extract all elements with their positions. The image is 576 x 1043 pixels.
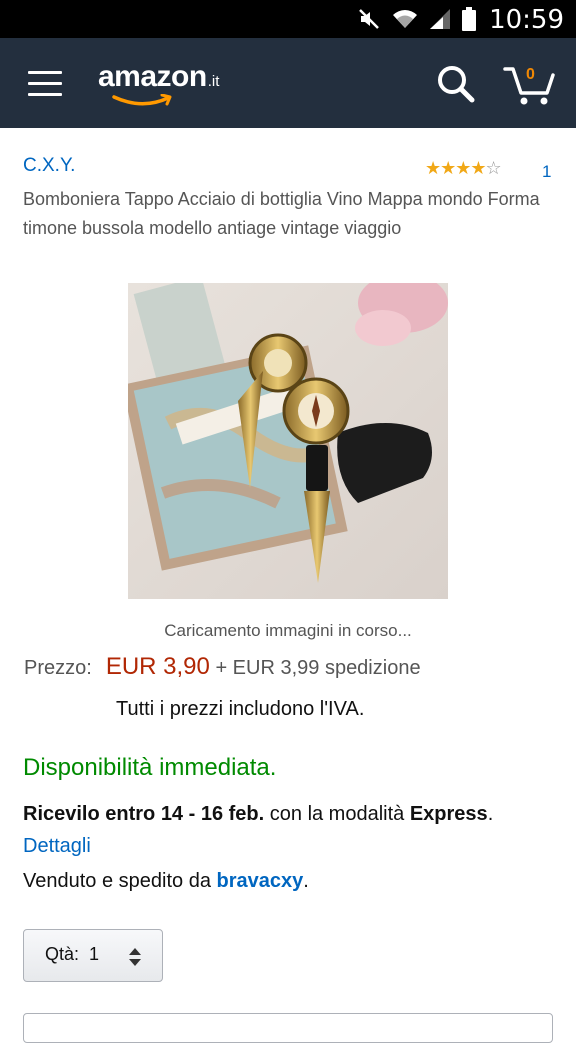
wifi-icon bbox=[393, 10, 417, 28]
availability-status: Disponibilità immediata. bbox=[23, 754, 277, 781]
image-loading-text: Caricamento immagini in corso... bbox=[164, 621, 412, 640]
mute-icon bbox=[359, 9, 379, 29]
clock: 10:59 bbox=[489, 5, 564, 35]
smile-icon bbox=[112, 94, 172, 106]
quantity-value: 1 bbox=[89, 944, 100, 964]
vat-note: Tutti i prezzi includono l'IVA. bbox=[116, 698, 365, 720]
shipping-cost: + EUR 3,99 spedizione bbox=[215, 657, 421, 679]
status-bar: 10:59 bbox=[0, 0, 576, 38]
signal-icon bbox=[430, 9, 450, 29]
seller-link[interactable]: bravacxy bbox=[217, 870, 304, 892]
quantity-label: Qtà: bbox=[45, 944, 80, 964]
product-title: Bomboniera Tappo Acciaio di bottiglia Vi… bbox=[23, 189, 540, 238]
price-row: Prezzo: EUR 3,90 + EUR 3,99 spedizione bbox=[24, 653, 421, 681]
logo-tld: .it bbox=[207, 73, 220, 90]
price-value: EUR 3,90 bbox=[105, 653, 210, 680]
review-count[interactable]: 1 bbox=[542, 162, 551, 182]
delivery-middle: con la modalità bbox=[264, 803, 410, 825]
delivery-info: Ricevilo entro 14 - 16 feb. con la modal… bbox=[23, 798, 553, 862]
search-icon[interactable] bbox=[436, 64, 476, 104]
sold-by: Venduto e spedito da bravacxy. bbox=[23, 870, 309, 893]
quantity-text: Qtà: 1 bbox=[45, 944, 99, 965]
menu-icon[interactable] bbox=[28, 71, 62, 97]
battery-icon bbox=[462, 7, 476, 31]
logo-word: amazon bbox=[98, 60, 207, 93]
delivery-date: Ricevilo entro 14 - 16 feb. bbox=[23, 803, 265, 825]
sold-prefix: Venduto e spedito da bbox=[23, 870, 217, 892]
sold-suffix: . bbox=[303, 870, 309, 892]
star-rating[interactable]: ★★★★☆ bbox=[425, 158, 502, 179]
brand-link[interactable]: C.X.Y. bbox=[23, 155, 75, 177]
details-link[interactable]: Dettagli bbox=[23, 835, 91, 857]
status-icons bbox=[358, 7, 476, 31]
top-nav: amazon.it 0 bbox=[0, 38, 576, 128]
delivery-sep: . bbox=[487, 803, 494, 825]
stars-icon: ★★★★☆ bbox=[425, 158, 502, 178]
add-to-cart-box[interactable] bbox=[23, 1013, 553, 1043]
delivery-mode: Express bbox=[409, 803, 488, 825]
cart-count: 0 bbox=[526, 66, 535, 83]
quantity-select[interactable]: Qtà: 1 bbox=[23, 929, 163, 982]
amazon-logo[interactable]: amazon.it bbox=[98, 60, 220, 106]
product-image[interactable] bbox=[128, 283, 448, 599]
select-arrows-icon bbox=[129, 948, 141, 966]
price-label: Prezzo: bbox=[24, 657, 92, 679]
